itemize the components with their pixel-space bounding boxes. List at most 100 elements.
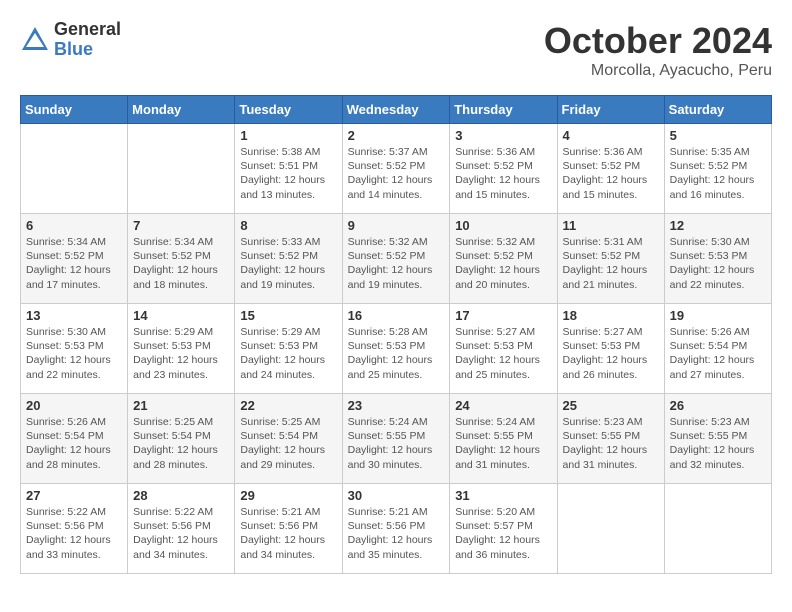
day-info: Sunrise: 5:20 AM Sunset: 5:57 PM Dayligh…	[455, 505, 551, 562]
day-info: Sunrise: 5:27 AM Sunset: 5:53 PM Dayligh…	[455, 325, 551, 382]
day-number: 18	[563, 308, 659, 323]
day-info: Sunrise: 5:32 AM Sunset: 5:52 PM Dayligh…	[348, 235, 445, 292]
day-header-thursday: Thursday	[450, 96, 557, 124]
day-number: 31	[455, 488, 551, 503]
day-info: Sunrise: 5:24 AM Sunset: 5:55 PM Dayligh…	[455, 415, 551, 472]
calendar-week-3: 13 Sunrise: 5:30 AM Sunset: 5:53 PM Dayli…	[21, 304, 772, 394]
day-number: 22	[240, 398, 336, 413]
calendar-cell: 21Sunrise: 5:25 AM Sunset: 5:54 PM Dayli…	[128, 394, 235, 484]
day-number: 26	[670, 398, 766, 413]
calendar-cell: 16 Sunrise: 5:28 AM Sunset: 5:53 PM Dayli…	[342, 304, 450, 394]
day-info: Sunrise: 5:25 AM Sunset: 5:54 PM Dayligh…	[240, 415, 336, 472]
calendar-cell: 12Sunrise: 5:30 AM Sunset: 5:53 PM Dayli…	[664, 214, 771, 304]
calendar-cell: 31 Sunrise: 5:20 AM Sunset: 5:57 PM Dayli…	[450, 484, 557, 574]
day-info: Sunrise: 5:26 AM Sunset: 5:54 PM Dayligh…	[670, 325, 766, 382]
header-row: SundayMondayTuesdayWednesdayThursdayFrid…	[21, 96, 772, 124]
calendar-cell: 11 Sunrise: 5:31 AM Sunset: 5:52 PM Dayli…	[557, 214, 664, 304]
calendar-cell: 10Sunrise: 5:32 AM Sunset: 5:52 PM Dayli…	[450, 214, 557, 304]
day-number: 23	[348, 398, 445, 413]
page-header: General Blue October 2024 Morcolla, Ayac…	[20, 20, 772, 80]
calendar-cell: 7 Sunrise: 5:34 AM Sunset: 5:52 PM Daylig…	[128, 214, 235, 304]
logo-text: General Blue	[54, 20, 121, 60]
calendar-cell: 22 Sunrise: 5:25 AM Sunset: 5:54 PM Dayli…	[235, 394, 342, 484]
day-info: Sunrise: 5:23 AM Sunset: 5:55 PM Dayligh…	[563, 415, 659, 472]
calendar-cell: 13 Sunrise: 5:30 AM Sunset: 5:53 PM Dayli…	[21, 304, 128, 394]
day-info: Sunrise: 5:21 AM Sunset: 5:56 PM Dayligh…	[240, 505, 336, 562]
day-number: 13	[26, 308, 122, 323]
day-info: Sunrise: 5:37 AM Sunset: 5:52 PM Dayligh…	[348, 145, 445, 202]
day-info: Sunrise: 5:22 AM Sunset: 5:56 PM Dayligh…	[133, 505, 229, 562]
day-header-friday: Friday	[557, 96, 664, 124]
calendar-week-5: 27 Sunrise: 5:22 AM Sunset: 5:56 PM Dayli…	[21, 484, 772, 574]
calendar-week-4: 20 Sunrise: 5:26 AM Sunset: 5:54 PM Dayli…	[21, 394, 772, 484]
day-number: 19	[670, 308, 766, 323]
day-number: 15	[240, 308, 336, 323]
day-number: 17	[455, 308, 551, 323]
calendar-cell	[128, 124, 235, 214]
calendar-week-2: 6 Sunrise: 5:34 AM Sunset: 5:52 PM Daylig…	[21, 214, 772, 304]
day-number: 25	[563, 398, 659, 413]
day-info: Sunrise: 5:34 AM Sunset: 5:52 PM Dayligh…	[133, 235, 229, 292]
day-info: Sunrise: 5:36 AM Sunset: 5:52 PM Dayligh…	[563, 145, 659, 202]
calendar-cell: 18 Sunrise: 5:27 AM Sunset: 5:53 PM Dayli…	[557, 304, 664, 394]
logo-blue: Blue	[54, 40, 121, 60]
day-info: Sunrise: 5:21 AM Sunset: 5:56 PM Dayligh…	[348, 505, 445, 562]
day-number: 1	[240, 128, 336, 143]
calendar-cell: 23 Sunrise: 5:24 AM Sunset: 5:55 PM Dayli…	[342, 394, 450, 484]
day-number: 27	[26, 488, 122, 503]
day-info: Sunrise: 5:30 AM Sunset: 5:53 PM Dayligh…	[670, 235, 766, 292]
calendar-cell: 15 Sunrise: 5:29 AM Sunset: 5:53 PM Dayli…	[235, 304, 342, 394]
day-number: 30	[348, 488, 445, 503]
calendar-cell: 1Sunrise: 5:38 AM Sunset: 5:51 PM Daylig…	[235, 124, 342, 214]
day-number: 28	[133, 488, 229, 503]
day-number: 10	[455, 218, 551, 233]
day-number: 8	[240, 218, 336, 233]
calendar-cell: 26Sunrise: 5:23 AM Sunset: 5:55 PM Dayli…	[664, 394, 771, 484]
calendar-cell: 9 Sunrise: 5:32 AM Sunset: 5:52 PM Daylig…	[342, 214, 450, 304]
day-info: Sunrise: 5:24 AM Sunset: 5:55 PM Dayligh…	[348, 415, 445, 472]
logo-general: General	[54, 20, 121, 40]
calendar-cell	[664, 484, 771, 574]
calendar-cell: 17 Sunrise: 5:27 AM Sunset: 5:53 PM Dayli…	[450, 304, 557, 394]
calendar-cell	[21, 124, 128, 214]
day-number: 7	[133, 218, 229, 233]
day-header-tuesday: Tuesday	[235, 96, 342, 124]
day-info: Sunrise: 5:30 AM Sunset: 5:53 PM Dayligh…	[26, 325, 122, 382]
day-info: Sunrise: 5:33 AM Sunset: 5:52 PM Dayligh…	[240, 235, 336, 292]
calendar-cell: 27 Sunrise: 5:22 AM Sunset: 5:56 PM Dayli…	[21, 484, 128, 574]
day-info: Sunrise: 5:26 AM Sunset: 5:54 PM Dayligh…	[26, 415, 122, 472]
calendar-cell: 30 Sunrise: 5:21 AM Sunset: 5:56 PM Dayli…	[342, 484, 450, 574]
logo-icon	[20, 25, 50, 55]
calendar-cell: 25 Sunrise: 5:23 AM Sunset: 5:55 PM Dayli…	[557, 394, 664, 484]
day-number: 6	[26, 218, 122, 233]
day-number: 16	[348, 308, 445, 323]
calendar-cell: 5Sunrise: 5:35 AM Sunset: 5:52 PM Daylig…	[664, 124, 771, 214]
day-number: 20	[26, 398, 122, 413]
day-info: Sunrise: 5:27 AM Sunset: 5:53 PM Dayligh…	[563, 325, 659, 382]
day-header-sunday: Sunday	[21, 96, 128, 124]
day-number: 21	[133, 398, 229, 413]
day-number: 11	[563, 218, 659, 233]
calendar-cell: 29 Sunrise: 5:21 AM Sunset: 5:56 PM Dayli…	[235, 484, 342, 574]
day-number: 9	[348, 218, 445, 233]
calendar-body: 1Sunrise: 5:38 AM Sunset: 5:51 PM Daylig…	[21, 124, 772, 574]
day-info: Sunrise: 5:35 AM Sunset: 5:52 PM Dayligh…	[670, 145, 766, 202]
day-info: Sunrise: 5:28 AM Sunset: 5:53 PM Dayligh…	[348, 325, 445, 382]
month-title: October 2024	[544, 20, 772, 62]
day-number: 14	[133, 308, 229, 323]
logo: General Blue	[20, 20, 121, 60]
day-info: Sunrise: 5:29 AM Sunset: 5:53 PM Dayligh…	[240, 325, 336, 382]
location-subtitle: Morcolla, Ayacucho, Peru	[544, 62, 772, 80]
calendar-cell: 19 Sunrise: 5:26 AM Sunset: 5:54 PM Dayli…	[664, 304, 771, 394]
day-info: Sunrise: 5:22 AM Sunset: 5:56 PM Dayligh…	[26, 505, 122, 562]
day-info: Sunrise: 5:31 AM Sunset: 5:52 PM Dayligh…	[563, 235, 659, 292]
calendar-header: SundayMondayTuesdayWednesdayThursdayFrid…	[21, 96, 772, 124]
day-number: 29	[240, 488, 336, 503]
day-header-saturday: Saturday	[664, 96, 771, 124]
calendar-cell: 8 Sunrise: 5:33 AM Sunset: 5:52 PM Daylig…	[235, 214, 342, 304]
day-info: Sunrise: 5:36 AM Sunset: 5:52 PM Dayligh…	[455, 145, 551, 202]
calendar-cell: 6 Sunrise: 5:34 AM Sunset: 5:52 PM Daylig…	[21, 214, 128, 304]
day-number: 24	[455, 398, 551, 413]
day-info: Sunrise: 5:34 AM Sunset: 5:52 PM Dayligh…	[26, 235, 122, 292]
calendar-cell: 20 Sunrise: 5:26 AM Sunset: 5:54 PM Dayli…	[21, 394, 128, 484]
